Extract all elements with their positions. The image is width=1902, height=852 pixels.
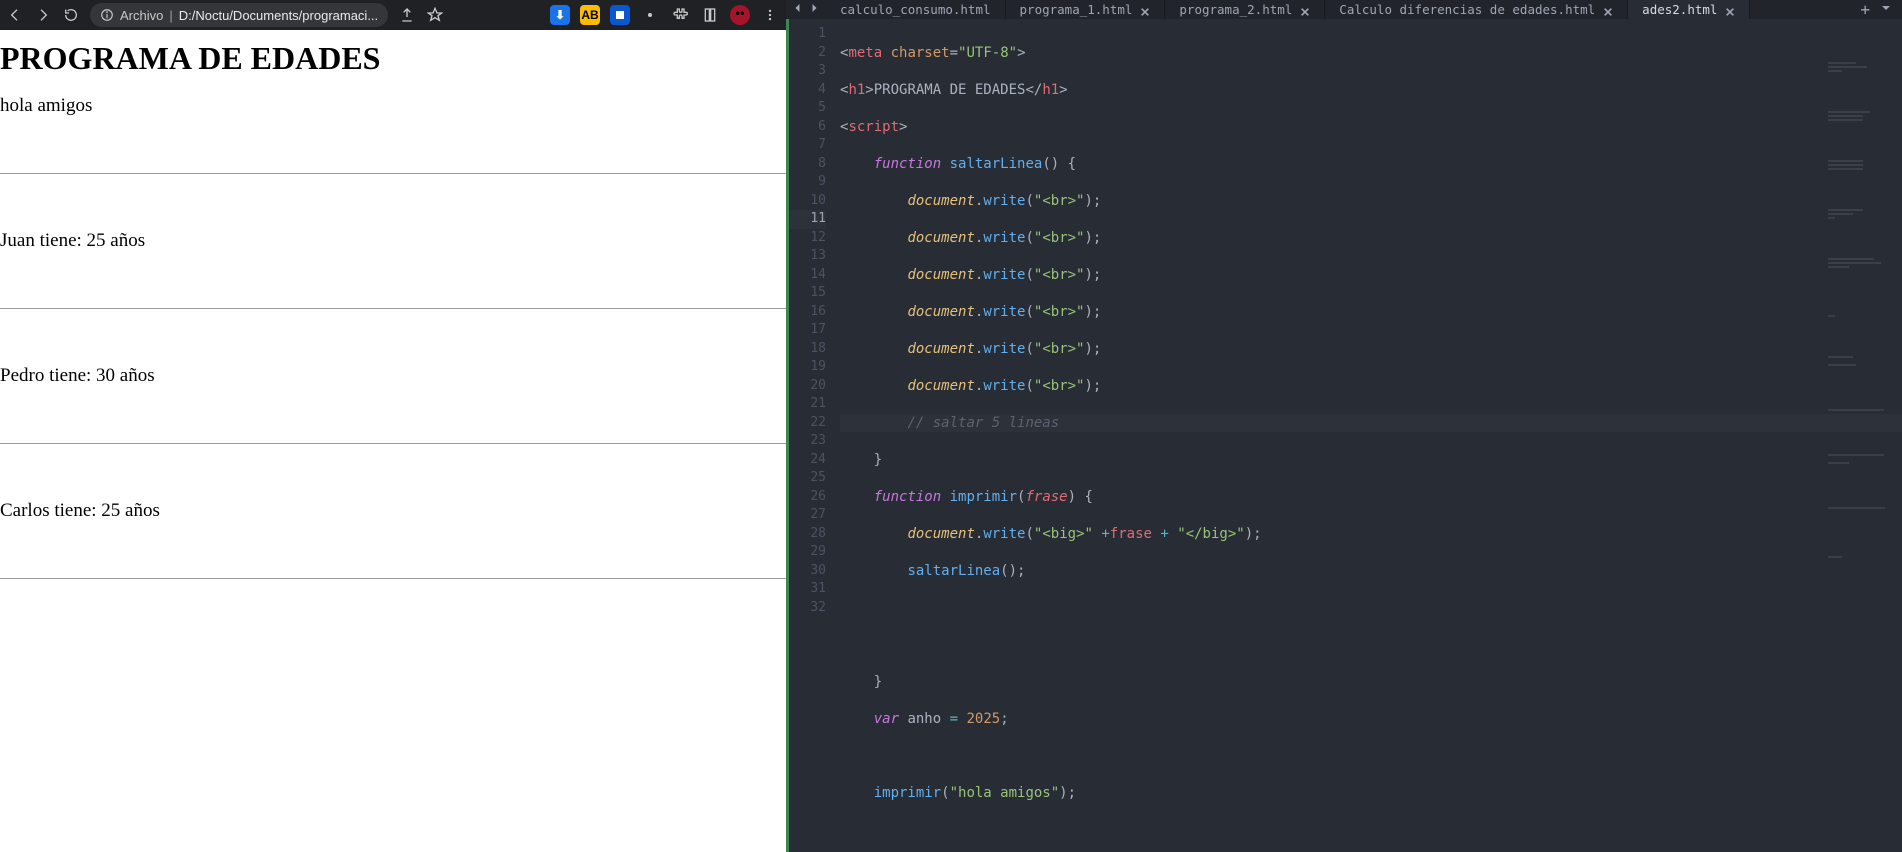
share-button[interactable] [398,6,416,24]
page-heading: PROGRAMA DE EDADES [0,40,786,77]
info-icon [100,8,114,22]
tab-label: ades2.html [1642,2,1717,17]
code-area[interactable]: 1234567891011121314151617181920212223242… [786,19,1902,852]
tab-calculo-diferencias[interactable]: Calculo diferencias de edades.html [1325,0,1628,19]
extension-icon[interactable] [610,5,630,25]
bookmark-button[interactable] [426,6,444,24]
output-line: Pedro tiene: 30 años [0,365,786,387]
close-icon[interactable] [1140,5,1150,15]
extension-icon[interactable] [640,5,660,25]
output-line: hola amigos [0,95,786,117]
extensions-button[interactable] [670,5,690,25]
tab-label: programa_2.html [1179,2,1292,17]
close-icon[interactable] [1603,5,1613,15]
close-icon[interactable] [1725,5,1735,15]
forward-button[interactable] [34,6,52,24]
page-content: PROGRAMA DE EDADES hola amigos Juan tien… [0,30,786,852]
output-line: Carlos tiene: 25 años [0,500,786,522]
code-editor: calculo_consumo.html programa_1.html pro… [786,0,1902,852]
tab-programa-2[interactable]: programa_2.html [1165,0,1325,19]
url-path: D:/Noctu/Documents/programaci... [179,8,378,23]
reload-button[interactable] [62,6,80,24]
tab-ades2[interactable]: ades2.html [1628,0,1750,19]
back-button[interactable] [6,6,24,24]
editor-tabbar: calculo_consumo.html programa_1.html pro… [786,0,1902,19]
close-icon[interactable] [1300,5,1310,15]
tab-dropdown-button[interactable] [1880,2,1892,18]
url-sep: | [169,8,172,23]
profile-button[interactable] [730,5,750,25]
minimap[interactable] [1828,25,1898,185]
address-bar[interactable]: Archivo | D:/Noctu/Documents/programaci.… [90,3,388,27]
url-scheme: Archivo [120,8,163,23]
tab-history-back[interactable] [792,2,804,18]
browser-window: Archivo | D:/Noctu/Documents/programaci.… [0,0,786,852]
tab-history-forward[interactable] [808,2,820,18]
tab-label: programa_1.html [1020,2,1133,17]
tab-nav [786,0,826,19]
menu-button[interactable] [760,5,780,25]
extension-icon[interactable]: AB [580,5,600,25]
tab-calculo-consumo[interactable]: calculo_consumo.html [826,0,1006,19]
line-gutter: 1234567891011121314151617181920212223242… [786,19,834,852]
browser-toolbar: Archivo | D:/Noctu/Documents/programaci.… [0,0,786,30]
reading-list-button[interactable] [700,5,720,25]
output-line: Juan tiene: 25 años [0,230,786,252]
divider [0,578,786,579]
tab-label: calculo_consumo.html [840,2,991,17]
extensions-area: ⬇ AB [550,5,780,25]
code-text[interactable]: <meta charset="UTF-8"> <h1>PROGRAMA DE E… [834,19,1902,852]
new-tab-button[interactable]: + [1860,0,1870,19]
extension-icon[interactable]: ⬇ [550,5,570,25]
tabs: calculo_consumo.html programa_1.html pro… [826,0,1850,19]
tab-label: Calculo diferencias de edades.html [1339,2,1595,17]
tab-programa-1[interactable]: programa_1.html [1006,0,1166,19]
tabbar-actions: + [1850,0,1902,19]
